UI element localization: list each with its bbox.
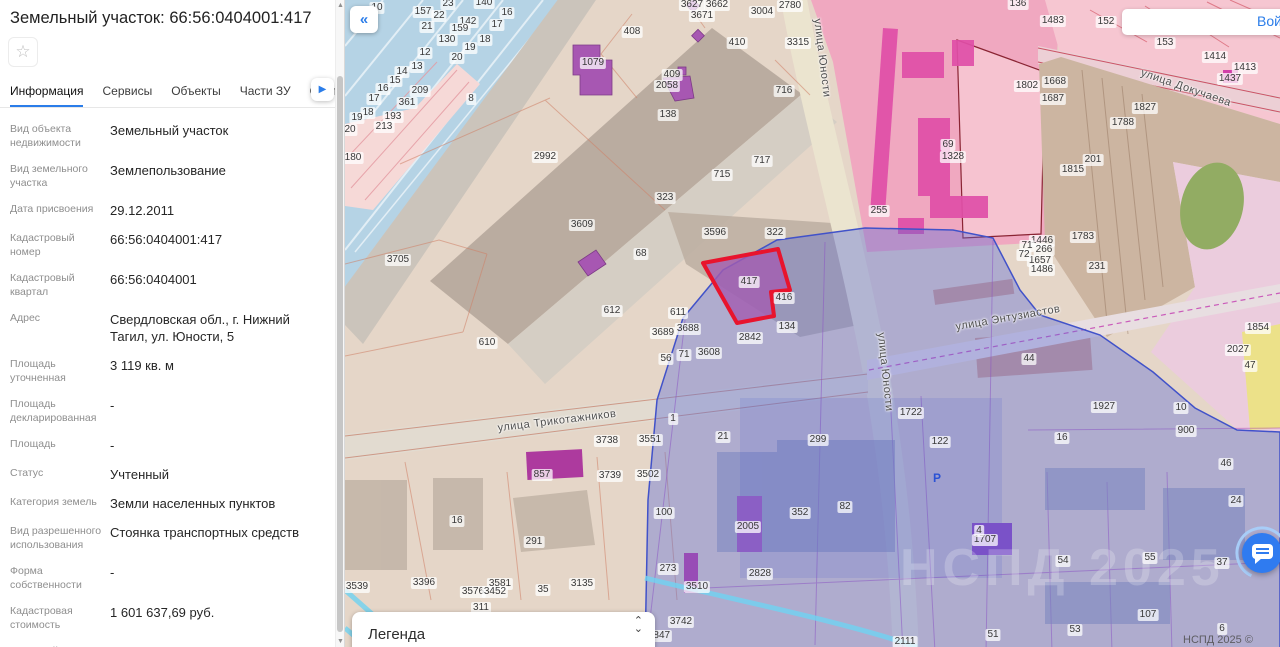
field-value: 29.12.2011 [110,202,330,219]
legend-bar[interactable]: Легенда ⌃ ⌄ [352,612,655,647]
field-row: Форма собственности- [10,564,330,592]
field-row: Вид земельного участкаЗемлепользование [10,162,330,190]
field-label: Кадастровый квартал [10,271,110,299]
collapse-panel-button[interactable]: « [350,6,378,33]
field-label: Дата присвоения [10,202,110,219]
chat-button[interactable] [1242,533,1280,573]
field-value: Стоянка транспортных средств [110,524,330,552]
field-value: 3 119 кв. м [110,357,330,385]
tabs: ИнформацияСервисыОбъектыЧасти ЗУСоста [0,75,344,107]
tab-1[interactable]: Сервисы [102,75,152,107]
field-label: Вид разрешенного использования [10,524,110,552]
field-label: Площадь декларированная [10,397,110,425]
page-title: Земельный участок: 66:56:0404001:417 [10,8,332,29]
parcel-info-panel: Земельный участок: 66:56:0404001:417 ☆ И… [0,0,345,647]
field-value: 1 601 637,69 руб. [110,604,330,632]
scroll-up-icon[interactable]: ▲ [336,2,345,9]
field-row: Категория земельЗемли населенных пунктов [10,495,330,512]
chat-icon [1242,533,1280,573]
field-row: Дата присвоения29.12.2011 [10,202,330,219]
tab-2[interactable]: Объекты [171,75,221,107]
field-row: Кадастровый квартал66:56:0404001 [10,271,330,299]
field-row: Площадь- [10,437,330,454]
star-icon: ☆ [15,42,30,61]
legend-expand-icon[interactable]: ⌃ ⌄ [634,617,643,633]
search-login-bar[interactable]: Войти [1122,9,1280,35]
field-value: - [110,397,330,425]
parcel-fields: Вид объекта недвижимостиЗемельный участо… [0,108,344,647]
field-label: Кадастровый номер [10,231,110,259]
field-label: Площадь [10,437,110,454]
login-link[interactable]: Войти [1257,13,1280,29]
field-row: Площадь уточненная3 119 кв. м [10,357,330,385]
tab-3[interactable]: Части ЗУ [240,75,291,107]
cadastral-map[interactable]: НСПД 2025 101572322140161421591721130181… [345,0,1280,647]
scroll-down-icon[interactable]: ▼ [336,638,345,645]
field-row: Вид разрешенного использованияСтоянка тр… [10,524,330,552]
field-label: Вид земельного участка [10,162,110,190]
map-canvas [345,0,1280,647]
field-row: Кадастровый номер66:56:0404001:417 [10,231,330,259]
app: Земельный участок: 66:56:0404001:417 ☆ И… [0,0,1280,647]
field-label: Кадастровая стоимость [10,604,110,632]
scrollbar-thumb[interactable] [337,76,343,632]
field-value: Учтенный [110,466,330,483]
legend-label: Легенда [368,626,425,643]
field-label: Статус [10,466,110,483]
field-label: Площадь уточненная [10,357,110,385]
field-value: Свердловская обл., г. Нижний Тагил, ул. … [110,311,330,345]
map-copyright: НСПД 2025 © [1183,634,1253,646]
field-row: АдресСвердловская обл., г. Нижний Тагил,… [10,311,330,345]
field-row: СтатусУчтенный [10,466,330,483]
tabs-scroll-button[interactable]: ▶ [311,78,334,101]
field-value: Земельный участок [110,122,330,150]
panel-scrollbar[interactable]: ▲ ▼ [335,0,344,647]
field-row: Вид объекта недвижимостиЗемельный участо… [10,122,330,150]
tab-0[interactable]: Информация [10,75,83,107]
chevron-double-left-icon: « [360,11,368,28]
field-value: - [110,437,330,454]
favorite-button[interactable]: ☆ [8,37,38,67]
field-value: 66:56:0404001:417 [110,231,330,259]
field-row: Площадь декларированная- [10,397,330,425]
field-value: Землепользование [110,162,330,190]
field-label: Вид объекта недвижимости [10,122,110,150]
field-row: Кадастровая стоимость1 601 637,69 руб. [10,604,330,632]
field-label: Форма собственности [10,564,110,592]
chevron-down-icon: ⌄ [634,625,643,633]
field-label: Адрес [10,311,110,345]
field-label: Категория земель [10,495,110,512]
field-value: Земли населенных пунктов [110,495,330,512]
field-value: 66:56:0404001 [110,271,330,299]
field-value: - [110,564,330,592]
arrow-right-icon: ▶ [319,84,327,95]
tabs-bar: ИнформацияСервисыОбъектыЧасти ЗУСоста ▶ [0,75,344,108]
